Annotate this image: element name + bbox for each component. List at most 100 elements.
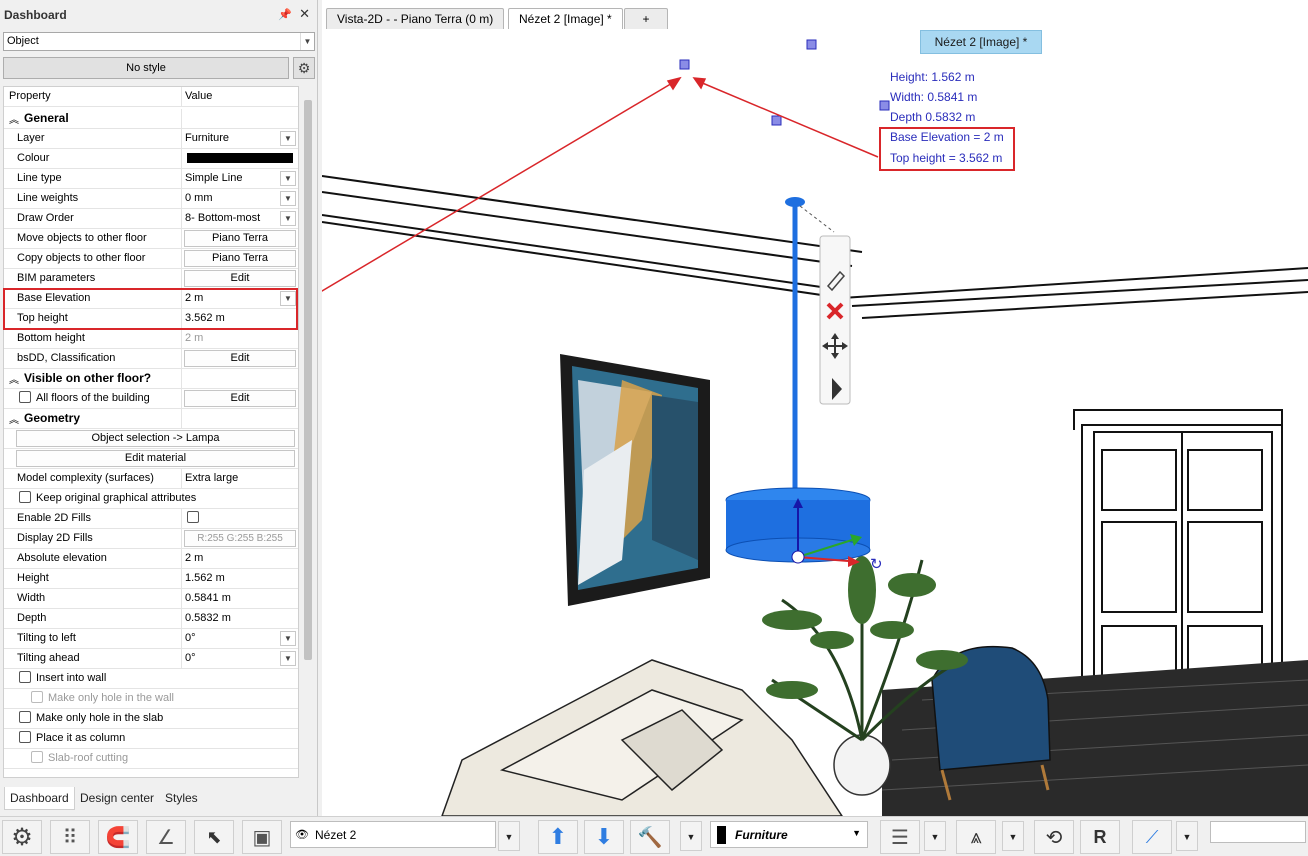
north-arrow-icon: ⩓ (970, 825, 982, 848)
object-type-select[interactable]: Object ▼ (3, 32, 315, 51)
north-dropdown[interactable]: ▼ (1002, 821, 1024, 851)
measure-button[interactable]: ⟋ (1132, 820, 1172, 854)
bim-edit-button[interactable]: Edit (184, 270, 296, 287)
insert-wall-row[interactable]: Insert into wall (4, 669, 298, 688)
angle-button[interactable]: ∠ (146, 820, 186, 854)
object-selection-button[interactable]: Object selection -> Lampa (16, 430, 295, 447)
row-slab-roof: Slab-roof cutting (4, 749, 298, 769)
layer-select-toolbar[interactable]: Furniture ▼ (710, 821, 868, 848)
absolute-elevation-value[interactable]: 2 m (182, 549, 298, 568)
depth-value[interactable]: 0.5832 m (182, 609, 298, 628)
move-objects-button[interactable]: Piano Terra (184, 230, 296, 247)
chevron-down-icon[interactable]: ▼ (280, 171, 296, 186)
display-2d-fills-button[interactable]: R:255 G:255 B:255 (184, 530, 296, 547)
section-visible[interactable]: ︽ Visible on other floor? (4, 369, 298, 389)
object-type-value: Object (7, 35, 39, 47)
settings-button[interactable]: ⚙ (2, 820, 42, 854)
width-label: Width (4, 589, 182, 608)
row-keep-graphical: Keep original graphical attributes (4, 489, 298, 509)
grid-button[interactable]: ⠿ (50, 820, 90, 854)
new-tab-button[interactable]: + (624, 8, 668, 29)
3d-box-button[interactable]: ▣ (242, 820, 282, 854)
floor-up-button[interactable]: ⬆ (538, 820, 578, 854)
rotate-icon[interactable]: ↻ (870, 556, 883, 573)
angle-icon: ∠ (157, 826, 175, 849)
layers-dropdown[interactable]: ▼ (924, 821, 946, 851)
chevron-down-icon[interactable]: ▼ (852, 828, 861, 838)
measure-dropdown[interactable]: ▼ (1176, 821, 1198, 851)
row-line-weights: Line weights 0 mm ▼ (4, 189, 298, 209)
chevron-down-icon[interactable]: ▼ (280, 191, 296, 206)
scrollbar-thumb[interactable] (304, 100, 312, 660)
enable-2d-fills-checkbox[interactable] (187, 511, 199, 523)
chevron-down-icon[interactable]: ▼ (280, 651, 296, 666)
tab-styles[interactable]: Styles (160, 787, 203, 810)
bsdd-edit-button[interactable]: Edit (184, 350, 296, 367)
property-header: Property (4, 87, 182, 106)
tab-dashboard[interactable]: Dashboard (4, 787, 75, 810)
layer-color-swatch (717, 826, 726, 844)
pin-icon[interactable]: 📌 (278, 8, 292, 21)
3d-tool-button[interactable]: 🔨 (630, 820, 670, 854)
line-weights-select[interactable]: 0 mm ▼ (182, 189, 298, 208)
colour-swatch[interactable] (187, 153, 293, 163)
grip-handle[interactable] (679, 59, 690, 70)
insert-wall-checkbox[interactable] (19, 671, 31, 683)
all-floors-edit-button[interactable]: Edit (184, 390, 296, 407)
relative-button[interactable]: R (1080, 820, 1120, 854)
chevron-down-icon[interactable]: ▼ (300, 33, 314, 50)
line-weights-value: 0 mm (185, 192, 213, 204)
chevron-down-icon[interactable]: ▼ (280, 131, 296, 146)
hole-slab-row[interactable]: Make only hole in the slab (4, 709, 298, 728)
insert-wall-label: Insert into wall (36, 672, 107, 684)
gear-icon: ⚙ (11, 823, 33, 851)
copy-objects-button[interactable]: Piano Terra (184, 250, 296, 267)
snap-button[interactable]: 🧲 (98, 820, 138, 854)
tilting-left-select[interactable]: 0° ▼ (182, 629, 298, 648)
north-button[interactable]: ⩓ (956, 820, 996, 854)
orbit-button[interactable]: ⟲ (1034, 820, 1074, 854)
model-complexity-value[interactable]: Extra large (182, 469, 298, 488)
keep-graphical-checkbox[interactable] (19, 491, 31, 503)
section-general[interactable]: ︽ General (4, 109, 298, 129)
grid-scrollbar[interactable] (301, 86, 315, 778)
coordinate-input[interactable] (1210, 821, 1306, 843)
tilting-ahead-select[interactable]: 0° ▼ (182, 649, 298, 668)
place-column-checkbox[interactable] (19, 731, 31, 743)
colour-picker[interactable] (182, 149, 298, 168)
layer-select[interactable]: Furniture ▼ (182, 129, 298, 148)
3d-tool-dropdown[interactable]: ▼ (680, 821, 702, 851)
row-absolute-elevation: Absolute elevation 2 m (4, 549, 298, 569)
no-style-button[interactable]: No style (3, 57, 289, 79)
grip-handle[interactable] (771, 115, 782, 126)
close-icon[interactable]: ✕ (299, 6, 310, 22)
all-floors-checkbox-row[interactable]: All floors of the building (4, 389, 182, 408)
tab-design-center[interactable]: Design center (75, 787, 159, 810)
tab-nezet-2[interactable]: Nézet 2 [Image] * (508, 8, 623, 29)
hole-slab-checkbox[interactable] (19, 711, 31, 723)
3d-viewport[interactable]: ↻ (322, 0, 1308, 816)
edit-material-button[interactable]: Edit material (16, 450, 295, 467)
height-value[interactable]: 1.562 m (182, 569, 298, 588)
layers-icon: ☰ (891, 826, 909, 849)
layers-button[interactable]: ☰ (880, 820, 920, 854)
width-value[interactable]: 0.5841 m (182, 589, 298, 608)
chevron-down-icon[interactable]: ▼ (280, 211, 296, 226)
style-settings-button[interactable]: ⚙ (293, 57, 315, 79)
draw-order-select[interactable]: 8- Bottom-most ▼ (182, 209, 298, 228)
view-select-dropdown[interactable]: ▼ (498, 821, 520, 851)
tab-vista-2d[interactable]: Vista-2D - - Piano Terra (0 m) (326, 8, 505, 29)
grip-handle[interactable] (879, 100, 890, 111)
grip-handle[interactable] (806, 39, 817, 50)
all-floors-checkbox[interactable] (19, 391, 31, 403)
place-column-row[interactable]: Place it as column (4, 729, 298, 748)
view-select[interactable]: 👁 Nézet 2 (290, 821, 496, 848)
section-geometry[interactable]: ︽ Geometry (4, 409, 298, 429)
select-button[interactable]: ⬉ (194, 820, 234, 854)
row-tilting-left: Tilting to left 0° ▼ (4, 629, 298, 649)
floor-down-button[interactable]: ⬇ (584, 820, 624, 854)
row-edit-material: Edit material (4, 449, 298, 469)
line-type-select[interactable]: Simple Line ▼ (182, 169, 298, 188)
chevron-down-icon[interactable]: ▼ (280, 631, 296, 646)
keep-graphical-row[interactable]: Keep original graphical attributes (4, 489, 298, 508)
